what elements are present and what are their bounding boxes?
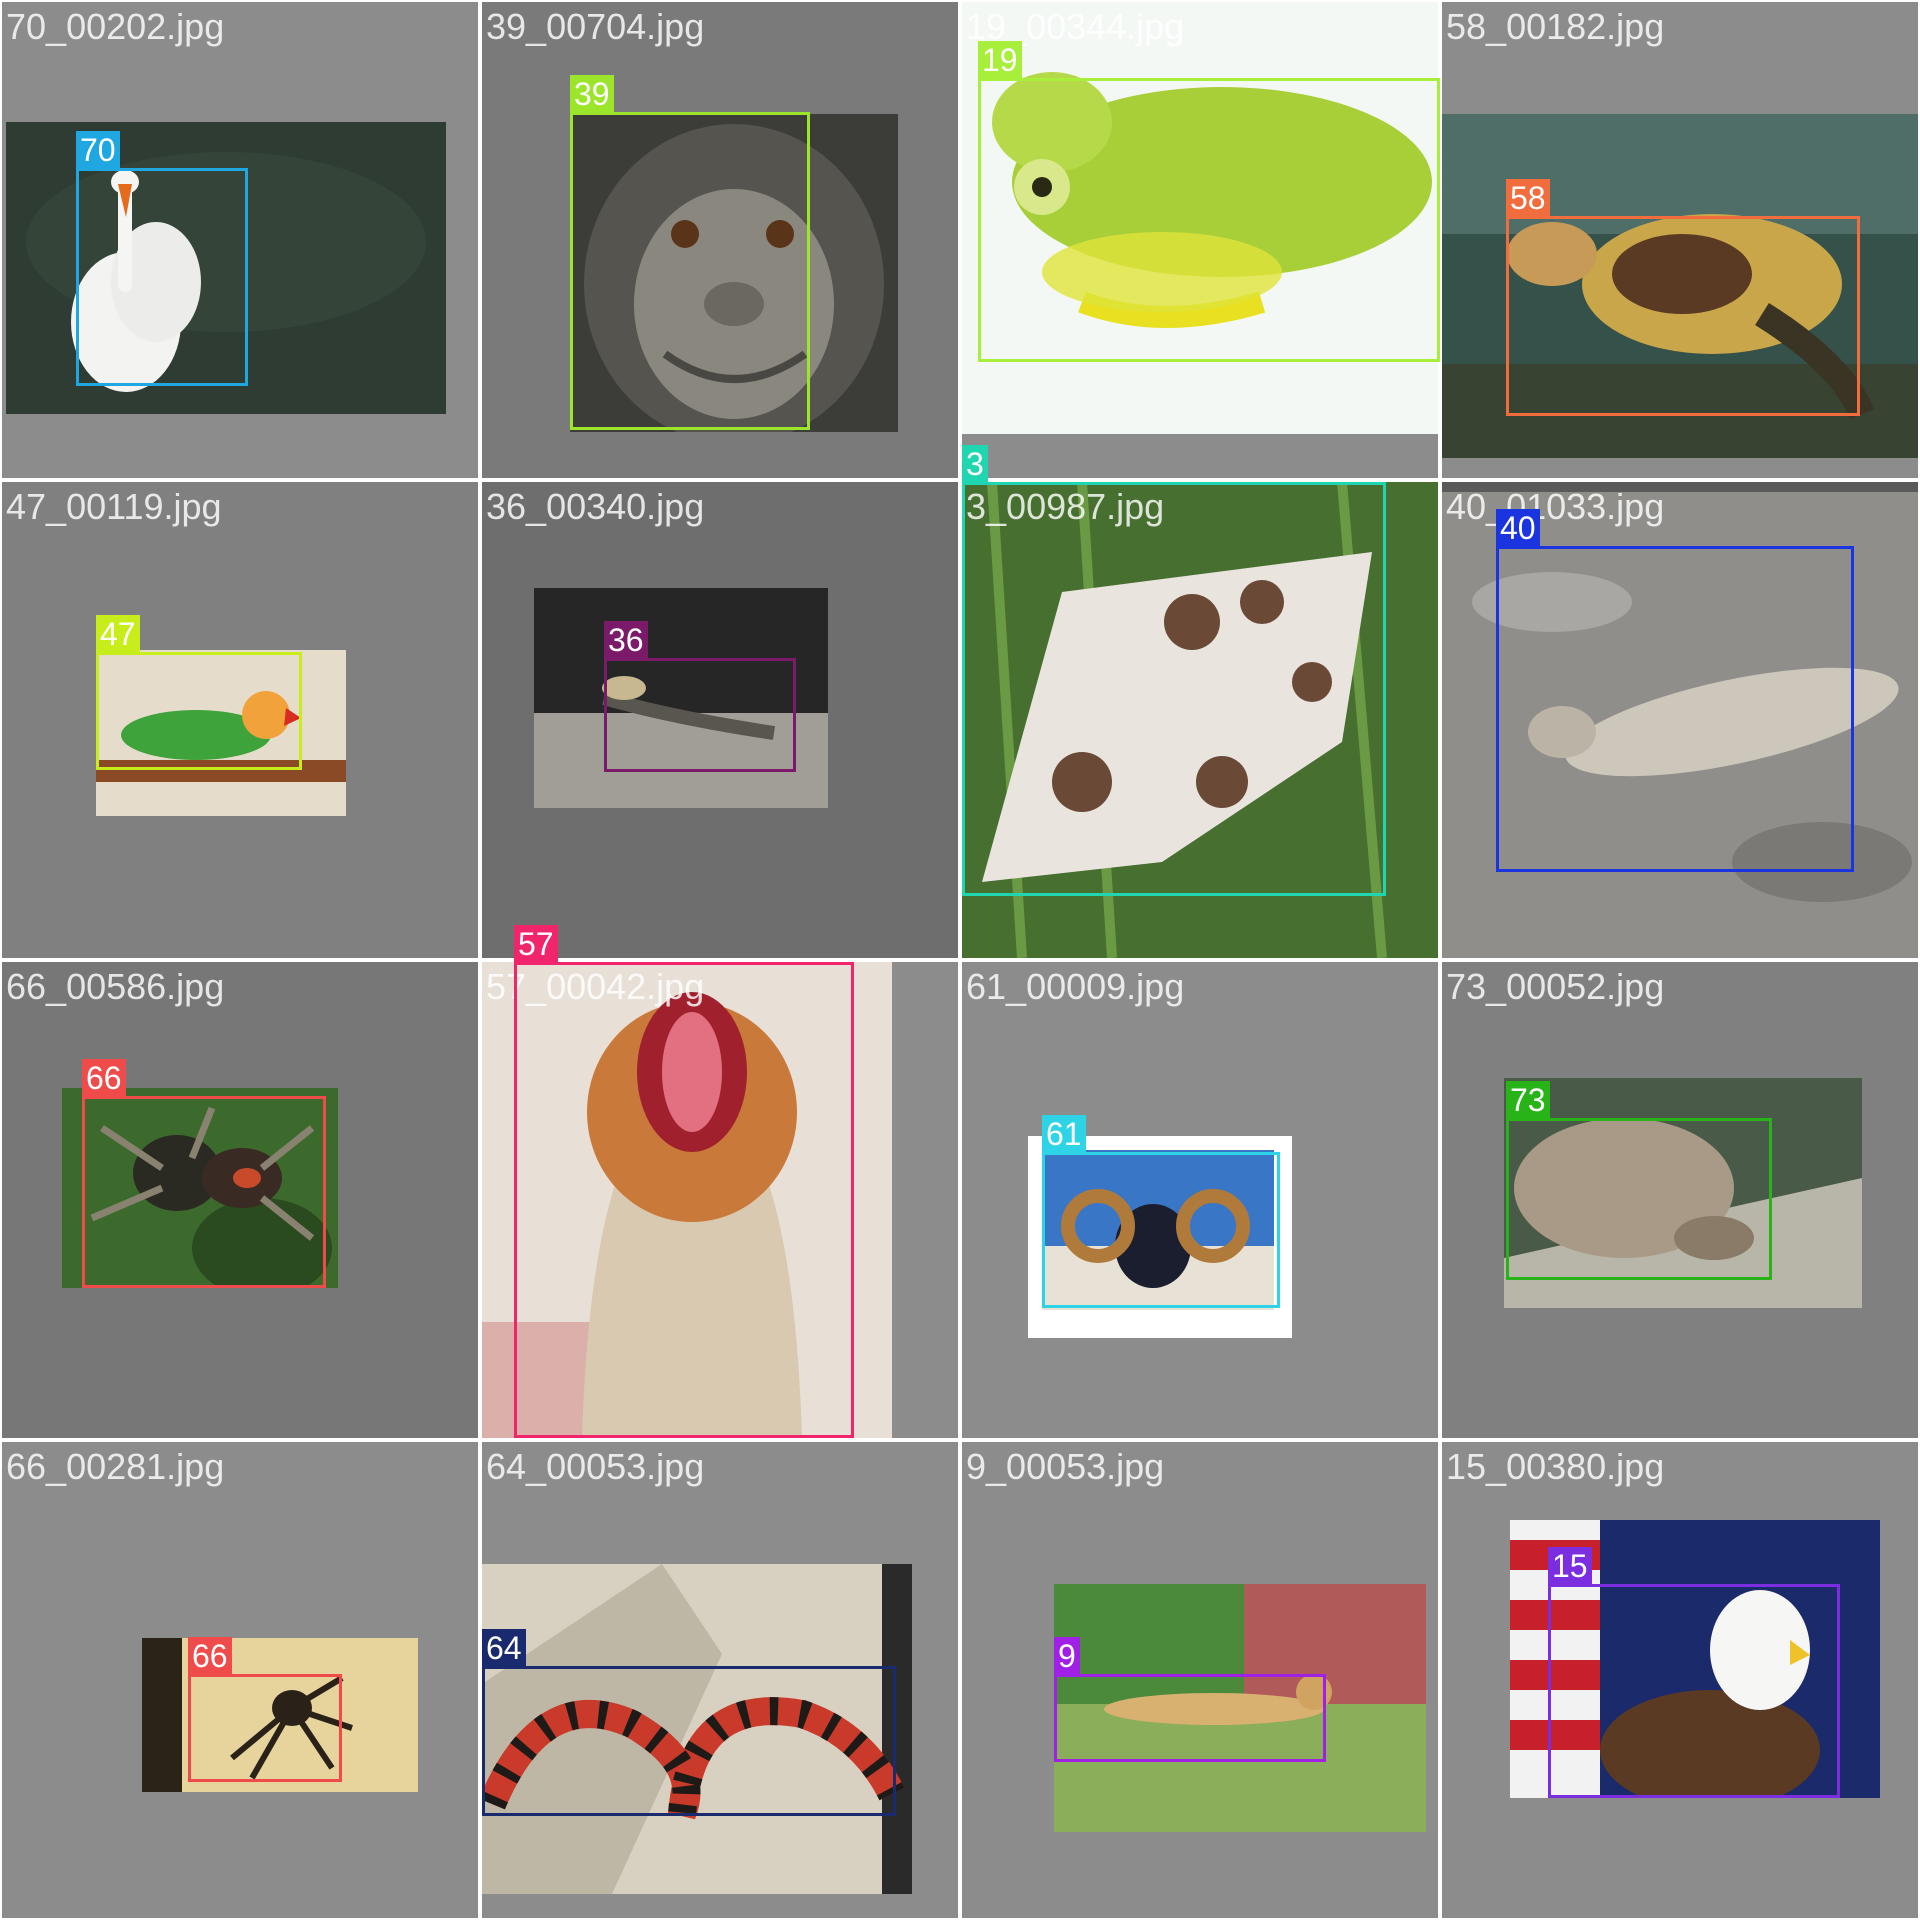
tile-lizard: 36_00340.jpg 36 xyxy=(482,482,958,958)
class-label: 73 xyxy=(1506,1081,1550,1119)
class-label: 66 xyxy=(188,1637,232,1675)
tile-sea-turtle: 58_00182.jpg 58 xyxy=(1442,2,1918,478)
class-label: 15 xyxy=(1548,1547,1592,1585)
tile-butterfly: 3_00987.jpg 3 xyxy=(962,445,1438,958)
tile-moth: 40_01033.jpg 40 xyxy=(1442,482,1918,958)
class-label: 39 xyxy=(570,75,614,113)
tile-spider: 66_00281.jpg 66 xyxy=(2,1442,478,1918)
class-label: 9 xyxy=(1054,1637,1080,1675)
class-label: 66 xyxy=(82,1059,126,1097)
class-label: 40 xyxy=(1496,509,1540,547)
class-label: 61 xyxy=(1042,1115,1086,1153)
class-label: 70 xyxy=(76,131,120,169)
bounding-box: 70 xyxy=(76,131,248,386)
class-label: 3 xyxy=(962,445,988,483)
tile-chimpanzee: 39_00704.jpg 39 xyxy=(482,2,958,478)
class-label: 19 xyxy=(978,41,1022,79)
tile-lovebird: 47_00119.jpg 47 xyxy=(2,482,478,958)
bounding-box: 66 xyxy=(82,1059,326,1288)
bounding-box: 57 xyxy=(514,925,854,1438)
tile-cheetah: 9_00053.jpg 9 xyxy=(962,1442,1438,1918)
image-grid: 70_00202.jpg 70 39_00704.jpg 39 19_00344… xyxy=(0,0,1920,1920)
bounding-box: 47 xyxy=(96,615,302,770)
tile-sea-lion: 57_00042.jpg 57 xyxy=(482,925,958,1438)
bounding-box: 9 xyxy=(1054,1637,1326,1762)
tile-ram: 61_00009.jpg 61 xyxy=(962,962,1438,1438)
bounding-box: 40 xyxy=(1496,509,1854,872)
bounding-box: 64 xyxy=(482,1629,896,1816)
tile-frog: 19_00344.jpg 19 xyxy=(962,2,1440,478)
tile-snake: 64_00053.jpg 64 xyxy=(482,1442,958,1918)
class-label: 58 xyxy=(1506,179,1550,217)
tile-eagle: 15_00380.jpg 15 xyxy=(1442,1442,1918,1918)
class-label: 64 xyxy=(482,1629,526,1667)
tile-jumping-spider: 66_00586.jpg 66 xyxy=(2,962,478,1438)
class-label: 57 xyxy=(514,925,558,963)
bounding-box: 15 xyxy=(1548,1547,1840,1798)
class-label: 36 xyxy=(604,621,648,659)
bounding-box: 73 xyxy=(1506,1081,1772,1280)
tile-tortoise: 73_00052.jpg 73 xyxy=(1442,962,1918,1438)
bounding-box: 61 xyxy=(1042,1115,1280,1308)
tile-swan: 70_00202.jpg 70 xyxy=(2,2,478,478)
class-label: 47 xyxy=(96,615,140,653)
bounding-box: 66 xyxy=(188,1637,342,1782)
bounding-box: 58 xyxy=(1506,179,1860,416)
bounding-box: 3 xyxy=(962,445,1386,896)
bounding-box: 19 xyxy=(978,41,1440,362)
bounding-box: 36 xyxy=(604,621,796,772)
bounding-box: 39 xyxy=(570,75,810,430)
